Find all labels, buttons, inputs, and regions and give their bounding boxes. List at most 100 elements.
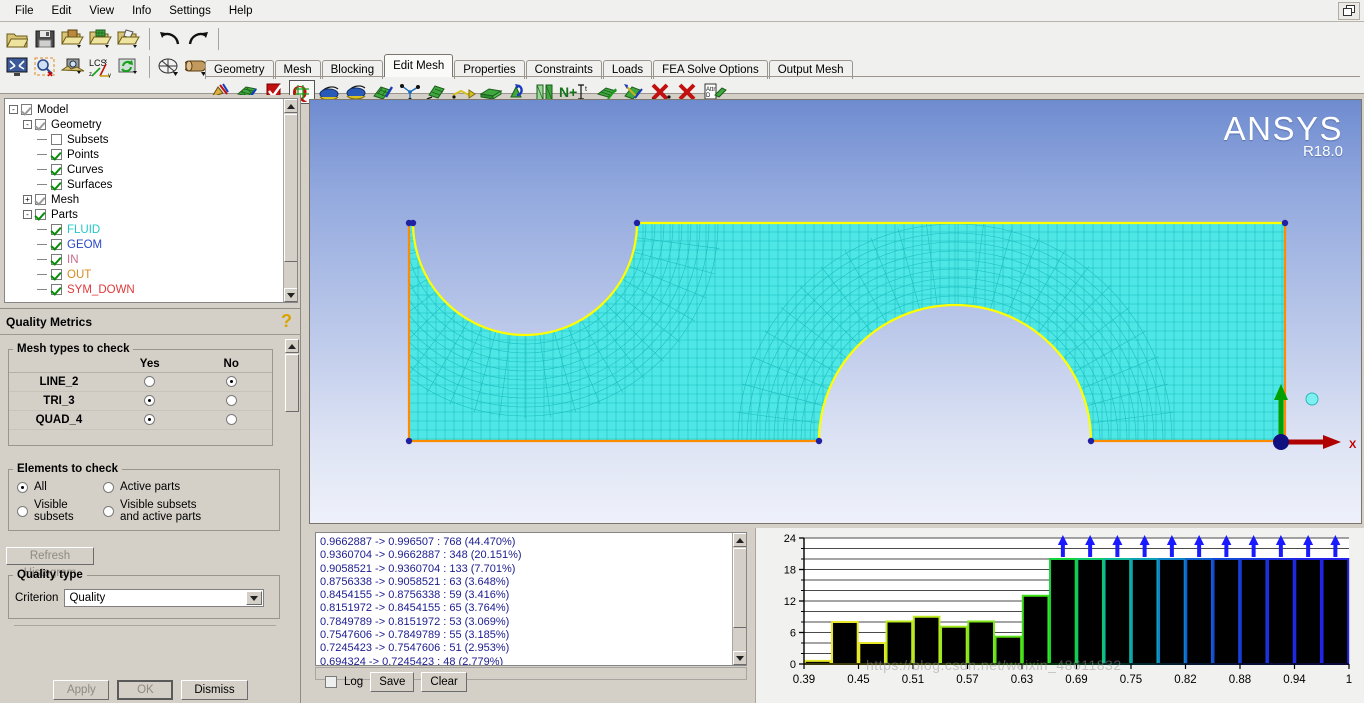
tree-node-surfaces[interactable]: Surfaces [9,177,283,192]
refresh-histogram-button[interactable]: Refresh Histogram [6,547,94,565]
scroll-up-icon[interactable] [285,339,299,353]
undo-icon[interactable] [157,27,183,51]
quad4-no-radio[interactable] [190,411,272,430]
save-button[interactable]: Save [370,672,414,692]
tri3-yes-radio[interactable] [109,392,191,411]
tree-node-curves[interactable]: Curves [9,162,283,177]
dismiss-button[interactable]: Dismiss [181,680,247,700]
open-geometry-icon[interactable] [60,27,86,51]
tree-node-mesh[interactable]: +Mesh [9,192,283,207]
zoom-box-icon[interactable] [32,55,58,79]
option-visible-subsets[interactable]: Visible subsets [17,499,103,523]
option-active-parts[interactable]: Active parts [103,481,279,493]
menu-file[interactable]: File [6,3,43,19]
tree-checkbox[interactable] [51,239,62,250]
active-parts-radio[interactable] [103,482,114,493]
tab-edit-mesh[interactable]: Edit Mesh [384,54,453,77]
quality-histogram-panel[interactable]: 061218240.390.450.510.570.630.690.750.82… [755,528,1364,703]
tree-node-points[interactable]: Points [9,147,283,162]
tree-checkbox[interactable] [51,224,62,235]
all-radio[interactable] [17,482,28,493]
message-line: 0.7547606 -> 0.7849789 : 55 (3.185%) [320,629,730,642]
tree-checkbox[interactable] [51,254,62,265]
line2-yes-radio[interactable] [109,373,191,392]
model-tree[interactable]: -Model-GeometrySubsetsPointsCurvesSurfac… [4,98,298,303]
tree-node-subsets[interactable]: Subsets [9,132,283,147]
tree-checkbox[interactable] [51,134,62,145]
chevron-down-icon[interactable] [246,591,262,605]
clear-button[interactable]: Clear [421,672,466,692]
tree-checkbox[interactable] [51,149,62,160]
tri3-no-radio[interactable] [190,392,272,411]
tree-node-geom[interactable]: GEOM [9,237,283,252]
open-blocking-icon[interactable] [116,27,142,51]
save-picture-icon[interactable] [60,55,86,79]
tree-node-in[interactable]: IN [9,252,283,267]
message-output[interactable]: 0.9662887 -> 0.996507 : 768 (44.470%)0.9… [315,532,747,666]
menu-info[interactable]: Info [123,3,160,19]
ansys-logo: ANSYS R18.0 [1224,112,1343,160]
display-parts-icon[interactable] [157,55,183,79]
option-visible-subsets-and-active-parts[interactable]: Visible subsets and active parts [103,499,279,523]
tree-node-fluid[interactable]: FLUID [9,222,283,237]
redo-icon[interactable] [185,27,211,51]
tree-node-parts[interactable]: -Parts [9,207,283,222]
model-tree-scrollbar[interactable] [283,99,297,302]
scroll-down-icon[interactable] [284,288,298,302]
tree-node-sym_down[interactable]: SYM_DOWN [9,282,283,297]
menu-edit[interactable]: Edit [43,3,81,19]
visible-subsets-radio[interactable] [17,506,28,517]
collapse-icon[interactable]: - [9,105,18,114]
tree-node-out[interactable]: OUT [9,267,283,282]
log-checkbox[interactable] [325,676,337,688]
menu-help[interactable]: Help [220,3,262,19]
tree-checkbox[interactable] [51,179,62,190]
tree-checkbox[interactable] [51,269,62,280]
open-project-icon[interactable] [4,27,30,51]
apply-button[interactable]: Apply [53,680,109,700]
elements-to-check-legend: Elements to check [13,463,122,475]
scroll-down-icon[interactable] [733,651,747,665]
option-all[interactable]: All [17,481,103,493]
scroll-thumb[interactable] [284,114,298,262]
expand-icon[interactable]: + [23,195,32,204]
tree-node-model[interactable]: -Model [9,102,283,117]
local-coordinate-system-icon[interactable]: LCS x z y [88,55,114,79]
message-panel: 0.9662887 -> 0.996507 : 768 (44.470%)0.9… [309,528,749,700]
scroll-up-icon[interactable] [733,533,747,547]
tree-checkbox[interactable] [35,119,46,130]
tree-checkbox[interactable] [21,104,32,115]
collapse-icon[interactable]: - [23,120,32,129]
refresh-view-icon[interactable] [116,55,142,79]
help-question-icon[interactable]: ? [281,311,292,332]
quality-scroll-track[interactable] [285,339,299,703]
scroll-up-icon[interactable] [284,99,298,113]
tree-checkbox[interactable] [35,194,46,205]
chart-bar [996,637,1022,664]
tree-checkbox[interactable] [35,209,46,220]
chart-bar [1050,559,1076,664]
scroll-thumb[interactable] [285,354,299,412]
collapse-icon[interactable]: - [23,210,32,219]
tree-node-geometry[interactable]: -Geometry [9,117,283,132]
graphics-viewport[interactable]: ANSYS R18.0 X [309,99,1362,524]
ok-button[interactable]: OK [117,680,173,700]
chart-x-tick-label: 0.94 [1283,674,1306,686]
restore-window-icon[interactable] [1338,2,1360,20]
tree-checkbox[interactable] [51,284,62,295]
open-mesh-icon[interactable] [88,27,114,51]
fit-window-icon[interactable] [4,55,30,79]
menu-view[interactable]: View [80,3,123,19]
toolbar-file-row [4,27,224,51]
save-project-icon[interactable] [32,27,58,51]
message-scrollbar[interactable] [732,533,746,665]
option-label: Visible subsets [34,499,74,523]
quad4-yes-radio[interactable] [109,411,191,430]
menu-settings[interactable]: Settings [160,3,220,19]
scroll-thumb[interactable] [733,548,747,628]
visible-subsets-active-parts-radio[interactable] [103,506,114,517]
criterion-select[interactable]: Quality [64,589,264,607]
line2-no-radio[interactable] [190,373,272,392]
tree-checkbox[interactable] [51,164,62,175]
quality-panel-scrollbar[interactable] [285,339,299,703]
